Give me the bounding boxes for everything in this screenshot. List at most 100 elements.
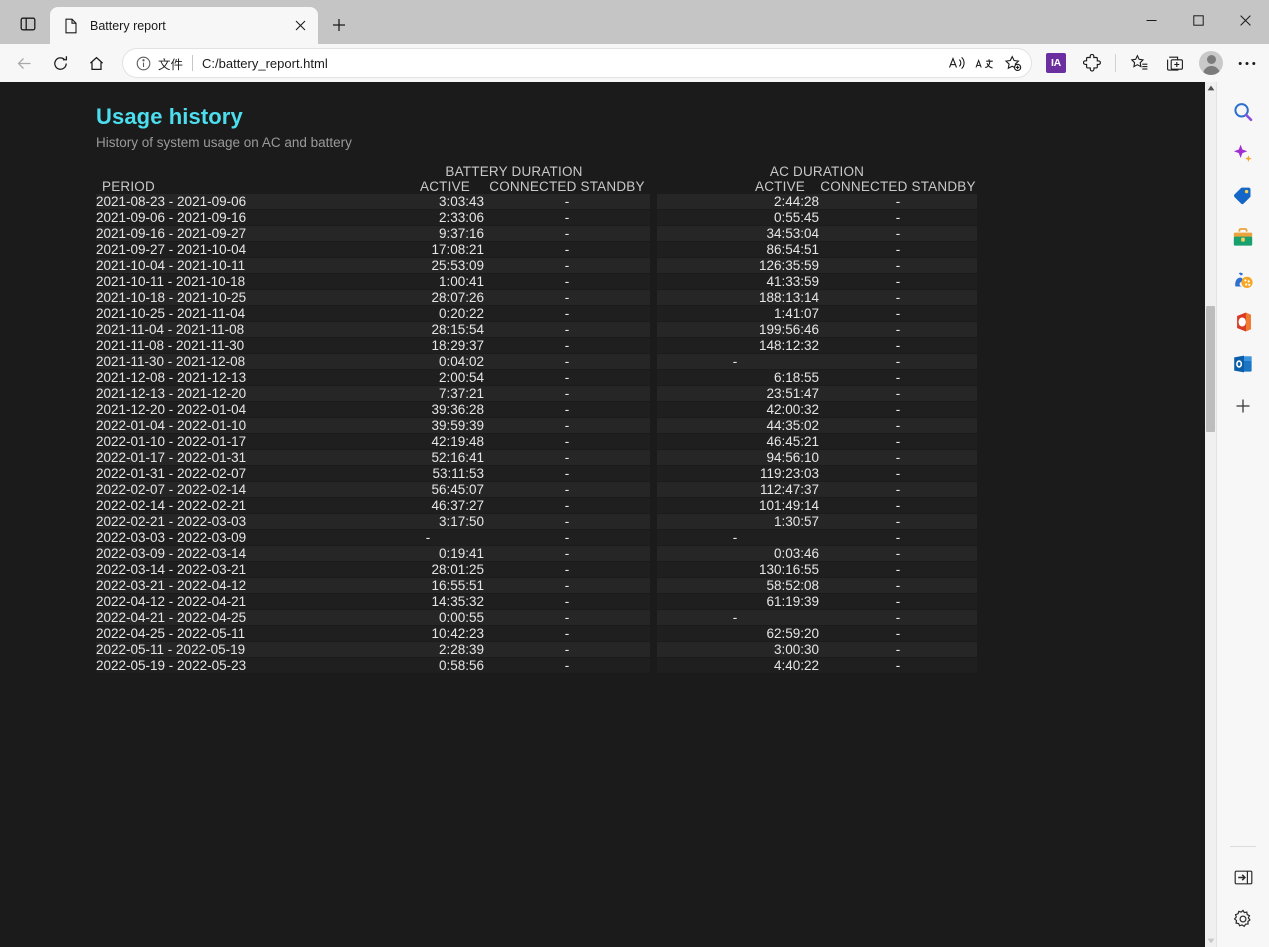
- sidebar-settings-icon[interactable]: [1225, 901, 1261, 937]
- browser-window: Battery report: [0, 0, 1269, 947]
- column-gap: [650, 594, 657, 610]
- copilot-icon[interactable]: [1225, 136, 1261, 172]
- tools-icon[interactable]: [1225, 220, 1261, 256]
- cell-battery-standby: -: [484, 386, 650, 402]
- cell-ac-standby: -: [819, 450, 977, 466]
- cell-battery-active: 0:19:41: [378, 546, 484, 562]
- cell-battery-active: 53:11:53: [378, 466, 484, 482]
- cell-ac-standby: -: [819, 642, 977, 658]
- scroll-up-icon[interactable]: [1205, 82, 1216, 94]
- outlook-icon[interactable]: [1225, 346, 1261, 382]
- site-info-icon[interactable]: [133, 53, 153, 73]
- cell-ac-standby: -: [819, 258, 977, 274]
- cell-battery-active: 18:29:37: [378, 338, 484, 354]
- back-icon[interactable]: [8, 47, 40, 79]
- tab-actions-icon[interactable]: [8, 6, 48, 42]
- cell-ac-standby: -: [819, 610, 977, 626]
- table-row: 2021-09-27 - 2021-10-0417:08:21-86:54:51…: [96, 242, 977, 258]
- maximize-button[interactable]: [1175, 0, 1222, 40]
- cell-battery-active: 2:33:06: [378, 210, 484, 226]
- reload-icon[interactable]: [44, 47, 76, 79]
- cell-battery-standby: -: [484, 434, 650, 450]
- cell-period: 2021-09-27 - 2021-10-04: [96, 242, 378, 258]
- cell-period: 2021-10-11 - 2021-10-18: [96, 274, 378, 290]
- cell-ac-active: 44:35:02: [657, 418, 819, 434]
- address-bar[interactable]: 文件 C:/battery_report.html: [122, 48, 1032, 78]
- close-icon[interactable]: [288, 14, 312, 38]
- table-body: 2021-08-23 - 2021-09-063:03:43-2:44:28-2…: [96, 194, 977, 674]
- cell-ac-standby: -: [819, 354, 977, 370]
- cell-period: 2022-05-11 - 2022-05-19: [96, 642, 378, 658]
- cell-battery-standby: -: [484, 194, 650, 210]
- page-subtitle: History of system usage on AC and batter…: [96, 135, 1205, 150]
- collections-icon[interactable]: [1159, 47, 1191, 79]
- add-site-icon[interactable]: [1225, 388, 1261, 424]
- table-row: 2021-10-18 - 2021-10-2528:07:26-188:13:1…: [96, 290, 977, 306]
- address-url-text[interactable]: C:/battery_report.html: [202, 56, 943, 71]
- cell-battery-standby: -: [484, 658, 650, 674]
- group-header-ac: AC DURATION: [657, 164, 977, 179]
- table-row: 2022-01-17 - 2022-01-3152:16:41-94:56:10…: [96, 450, 977, 466]
- page-scrollbar[interactable]: [1205, 82, 1216, 947]
- cell-battery-standby: -: [484, 290, 650, 306]
- cell-ac-active: -: [657, 530, 819, 546]
- cell-battery-standby: -: [484, 258, 650, 274]
- expand-sidebar-icon[interactable]: [1225, 859, 1261, 895]
- profile-button[interactable]: [1195, 47, 1227, 79]
- cell-ac-active: 3:00:30: [657, 642, 819, 658]
- home-icon[interactable]: [80, 47, 112, 79]
- cell-ac-standby: -: [819, 226, 977, 242]
- cell-period: 2022-01-31 - 2022-02-07: [96, 466, 378, 482]
- cell-ac-standby: -: [819, 530, 977, 546]
- minimize-button[interactable]: [1128, 0, 1175, 40]
- cell-battery-standby: -: [484, 370, 650, 386]
- games-icon[interactable]: [1225, 262, 1261, 298]
- office-icon[interactable]: [1225, 304, 1261, 340]
- cell-battery-standby: -: [484, 242, 650, 258]
- cell-period: 2022-01-17 - 2022-01-31: [96, 450, 378, 466]
- table-row: 2022-01-10 - 2022-01-1742:19:48-46:45:21…: [96, 434, 977, 450]
- cell-period: 2021-10-18 - 2021-10-25: [96, 290, 378, 306]
- cell-battery-active: 2:28:39: [378, 642, 484, 658]
- table-row: 2021-10-11 - 2021-10-181:00:41-41:33:59-: [96, 274, 977, 290]
- address-scheme-label: 文件: [158, 54, 183, 73]
- ia-badge[interactable]: IA: [1040, 47, 1072, 79]
- cell-ac-active: 1:41:07: [657, 306, 819, 322]
- column-gap: [650, 562, 657, 578]
- cell-battery-standby: -: [484, 626, 650, 642]
- column-header-period: PERIOD: [96, 179, 378, 194]
- cell-period: 2021-09-16 - 2021-09-27: [96, 226, 378, 242]
- add-favorite-icon[interactable]: [999, 50, 1027, 76]
- scrollbar-thumb[interactable]: [1206, 306, 1215, 432]
- translate-icon[interactable]: [971, 50, 999, 76]
- close-window-button[interactable]: [1222, 0, 1269, 40]
- column-gap: [650, 434, 657, 450]
- cell-period: 2022-03-21 - 2022-04-12: [96, 578, 378, 594]
- table-row: 2022-01-04 - 2022-01-1039:59:39-44:35:02…: [96, 418, 977, 434]
- extensions-icon[interactable]: [1076, 47, 1108, 79]
- table-row: 2022-04-12 - 2022-04-2114:35:32-61:19:39…: [96, 594, 977, 610]
- cell-battery-standby: -: [484, 210, 650, 226]
- cell-battery-standby: -: [484, 274, 650, 290]
- settings-more-icon[interactable]: [1231, 47, 1263, 79]
- cell-ac-active: -: [657, 610, 819, 626]
- column-gap: [650, 578, 657, 594]
- scroll-down-icon[interactable]: [1205, 935, 1216, 947]
- read-aloud-icon[interactable]: [943, 50, 971, 76]
- cell-ac-active: 199:56:46: [657, 322, 819, 338]
- cell-ac-standby: -: [819, 658, 977, 674]
- table-row: 2021-09-16 - 2021-09-279:37:16-34:53:04-: [96, 226, 977, 242]
- cell-period: 2022-04-12 - 2022-04-21: [96, 594, 378, 610]
- cell-battery-standby: -: [484, 594, 650, 610]
- shopping-tag-icon[interactable]: [1225, 178, 1261, 214]
- search-icon[interactable]: [1225, 94, 1261, 130]
- new-tab-icon[interactable]: [322, 8, 356, 42]
- column-gap: [650, 386, 657, 402]
- avatar: [1199, 51, 1223, 75]
- cell-ac-standby: -: [819, 386, 977, 402]
- cell-period: 2021-09-06 - 2021-09-16: [96, 210, 378, 226]
- favorites-icon[interactable]: [1123, 47, 1155, 79]
- tab-battery-report[interactable]: Battery report: [50, 7, 318, 44]
- browser-toolbar: 文件 C:/battery_report.html: [0, 44, 1269, 82]
- battery-report-document: Usage history History of system usage on…: [8, 82, 1205, 947]
